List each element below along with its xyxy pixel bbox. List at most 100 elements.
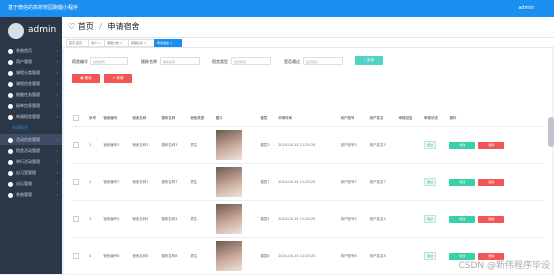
filter-label-dorm-no: 宿舍编号 bbox=[72, 59, 88, 64]
actions-cell: 修改 删除 bbox=[448, 126, 544, 164]
sidebar-item[interactable]: 论坛管理 › bbox=[0, 178, 62, 189]
search-icon: ⌕ bbox=[363, 58, 366, 62]
breadcrumb-separator: / bbox=[99, 22, 102, 31]
table-row: 2 宿舍编号7 宿舍名称7 楼栋名称7 男生 楼层7 2024-04-15 11:25:20… bbox=[72, 163, 544, 201]
sidebar-item[interactable]: 用户管理 › bbox=[0, 56, 62, 67]
sidebar-item[interactable]: 活动信息管理 › bbox=[0, 134, 62, 145]
sidebar-item[interactable]: 宿舍活动管理 › bbox=[0, 145, 62, 156]
dorm-photo bbox=[215, 204, 242, 234]
sidebar-item-label: 跑腿任务管理 bbox=[16, 92, 40, 97]
delete-button[interactable]: 删除 bbox=[478, 215, 505, 223]
filter-input-dorm-type[interactable]: 宿舍类型 bbox=[231, 57, 271, 65]
tab[interactable]: 申请宿舍 × bbox=[154, 39, 182, 47]
table-cell bbox=[397, 126, 423, 164]
table-cell: 通过 bbox=[422, 126, 449, 164]
table-cell: 2024-04-15 11:25:20 bbox=[277, 126, 340, 164]
delete-button[interactable]: 删除 bbox=[478, 141, 505, 149]
table-cell: 男生 bbox=[189, 126, 215, 164]
sidebar-item[interactable]: 接单信息管理 › bbox=[0, 100, 62, 111]
search-button[interactable]: ⌕ 查询 bbox=[355, 56, 383, 65]
filter-label-approved: 是否通过 bbox=[284, 59, 300, 64]
row-checkbox[interactable] bbox=[73, 215, 79, 222]
tab[interactable]: 跑腿任务 × bbox=[128, 39, 156, 47]
edit-button[interactable]: 修改 bbox=[449, 178, 476, 186]
filter-input-building[interactable]: 楼栋名称 bbox=[160, 57, 200, 65]
chevron-icon: › bbox=[56, 59, 58, 64]
chevron-icon: › bbox=[56, 159, 58, 164]
column-header: 图片 bbox=[214, 110, 260, 127]
sidebar-item[interactable]: 系统首页 › bbox=[0, 45, 62, 56]
table-cell: 宿舍编号8 bbox=[102, 237, 132, 275]
row-checkbox[interactable] bbox=[73, 178, 79, 185]
row-select-cell bbox=[72, 163, 88, 201]
sidebar-item-label: 举行活动管理 bbox=[16, 159, 40, 164]
table-cell: 楼栋名称7 bbox=[160, 163, 190, 201]
column-header: 楼栋名称 bbox=[160, 110, 190, 127]
sidebar-subitem[interactable]: 申请宿舍 bbox=[0, 122, 62, 134]
filter-select-approved[interactable]: 是否通过 bbox=[303, 57, 343, 65]
breadcrumb-home[interactable]: 首页 bbox=[78, 22, 94, 31]
select-all-checkbox[interactable] bbox=[73, 114, 79, 121]
row-select-cell bbox=[72, 200, 88, 238]
menu-icon bbox=[8, 103, 13, 109]
sidebar-item[interactable]: 课程信息管理 › bbox=[0, 78, 62, 89]
column-header: 宿舍编号 bbox=[102, 110, 132, 127]
table-cell bbox=[397, 163, 423, 201]
status-badge: 通过 bbox=[423, 141, 436, 149]
row-select-cell bbox=[72, 237, 88, 275]
table-cell bbox=[214, 126, 260, 164]
sidebar-item[interactable]: 举行活动管理 › bbox=[0, 156, 62, 167]
sidebar-item[interactable]: 申请宿舍管理 › bbox=[0, 111, 62, 122]
row-checkbox[interactable] bbox=[73, 141, 79, 148]
table-cell: 楼栋名称4 bbox=[160, 200, 190, 238]
row-checkbox[interactable] bbox=[73, 252, 79, 259]
sidebar-item[interactable]: 系统管理 › bbox=[0, 189, 62, 200]
sidebar-item[interactable]: 课程分类管理 › bbox=[0, 67, 62, 78]
sidebar-item-label: 接单信息管理 bbox=[16, 103, 40, 108]
table-cell: 2024-04-15 11:25:20 bbox=[277, 163, 340, 201]
sidebar-item[interactable]: 跑腿任务管理 › bbox=[0, 89, 62, 100]
chevron-icon: › bbox=[56, 92, 58, 97]
top-header: 基于微信的高校校园跑腿小程序 admin bbox=[0, 0, 554, 17]
tab[interactable]: 首页·首页 bbox=[66, 39, 90, 47]
delete-button[interactable]: 删除 bbox=[478, 178, 505, 186]
table-cell: 通过 bbox=[422, 237, 449, 275]
scrollbar[interactable] bbox=[548, 117, 554, 147]
user-menu[interactable]: admin bbox=[518, 0, 534, 17]
content-panel: 宿舍编号 宿舍编号 楼栋名称 楼栋名称 宿舍类型 宿舍类型 是否通过 是否通过 … bbox=[64, 48, 552, 275]
table-cell: 用户账号7 bbox=[339, 163, 369, 201]
delete-batch-button[interactable]: ▣ 删除 bbox=[72, 74, 100, 83]
column-header: 操作 bbox=[448, 110, 544, 127]
sidebar-item[interactable]: 自习室管理 › bbox=[0, 167, 62, 178]
home-icon: ♡ bbox=[68, 22, 76, 31]
sidebar-item-label: 系统管理 bbox=[16, 192, 32, 197]
table-cell: 宿舍名称8 bbox=[131, 237, 161, 275]
table-cell: 男生 bbox=[189, 237, 215, 275]
column-header: 审核状态 bbox=[422, 110, 449, 127]
filter-input-dorm-no[interactable]: 宿舍编号 bbox=[90, 57, 128, 65]
sidebar-item-label: 课程分类管理 bbox=[16, 70, 40, 75]
brand-name: admin bbox=[28, 25, 57, 35]
table-cell: 用户账号8 bbox=[339, 237, 369, 275]
table-cell: 宿舍名称7 bbox=[131, 163, 161, 201]
sidebar-subitem-label: 申请宿舍 bbox=[12, 125, 28, 130]
menu-icon bbox=[8, 92, 13, 98]
add-button[interactable]: + 新增 bbox=[104, 74, 132, 83]
column-header: 用户账号 bbox=[339, 110, 369, 127]
app-title: 基于微信的高校校园跑腿小程序 bbox=[8, 5, 79, 11]
status-badge: 通过 bbox=[423, 178, 436, 186]
table-cell bbox=[214, 163, 260, 201]
sidebar-item-label: 申请宿舍管理 bbox=[16, 114, 40, 119]
chevron-icon: › bbox=[56, 81, 58, 86]
tab[interactable]: 课程分类 × bbox=[104, 39, 130, 47]
table-cell: 用户账号3 bbox=[339, 126, 369, 164]
chevron-icon: › bbox=[56, 137, 58, 142]
menu-icon bbox=[8, 181, 13, 187]
table-cell: 宿舍编号4 bbox=[102, 200, 132, 238]
table-cell: 3 bbox=[88, 200, 103, 238]
filter-label-building: 楼栋名称 bbox=[141, 59, 157, 64]
edit-button[interactable]: 修改 bbox=[449, 141, 476, 149]
dorm-photo bbox=[215, 130, 242, 160]
edit-button[interactable]: 修改 bbox=[449, 215, 476, 223]
table-cell: 通过 bbox=[422, 200, 449, 238]
